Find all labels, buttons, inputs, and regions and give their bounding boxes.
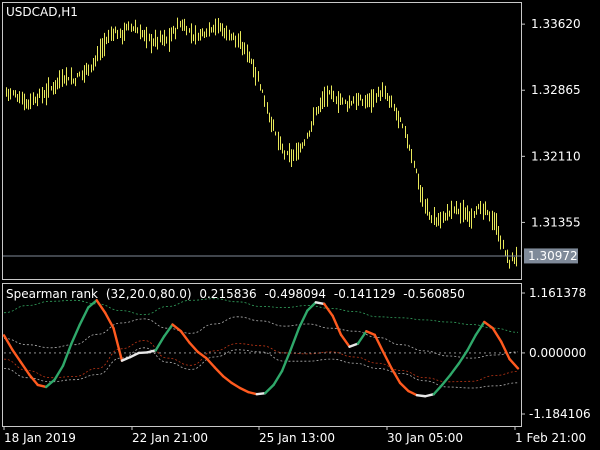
spearman-segment bbox=[264, 383, 275, 395]
spearman-segment bbox=[466, 333, 478, 352]
lower-band bbox=[3, 340, 519, 383]
time-label-2: 22 Jan 21:00 bbox=[132, 431, 208, 445]
spearman-segment bbox=[19, 360, 31, 376]
spearman-segment bbox=[238, 386, 250, 394]
price-tick-label: 1.32110 bbox=[531, 149, 581, 163]
symbol-title: USDCAD,H1 bbox=[6, 5, 78, 19]
spearman-segment bbox=[365, 330, 376, 337]
spearman-segment bbox=[474, 320, 486, 337]
spearman-segment bbox=[154, 335, 166, 352]
time-label-5: 1 Feb 21:00 bbox=[515, 431, 586, 445]
indicator-value-4: -0.560850 bbox=[403, 287, 465, 301]
spearman-segment bbox=[280, 349, 292, 373]
spearman-segment bbox=[440, 373, 452, 387]
spearman-segment bbox=[103, 311, 115, 330]
indicator-bands bbox=[3, 298, 519, 389]
spearman-segment bbox=[424, 392, 435, 398]
spearman-segment bbox=[491, 326, 503, 343]
indicator-tick-label: 1.161378 bbox=[529, 286, 586, 300]
spearman-segment bbox=[289, 326, 301, 352]
current-price-label: 1.30972 bbox=[528, 249, 578, 263]
time-label-4: 30 Jan 05:00 bbox=[387, 431, 463, 445]
indicator-header: Spearman rank (32,20.0,80.0) 0.215836 -0… bbox=[6, 287, 465, 301]
spearman-segment bbox=[213, 366, 225, 378]
indicator-value-3: -0.141129 bbox=[334, 287, 396, 301]
indicator-tick-label: -1.184106 bbox=[529, 407, 591, 421]
spearman-segment bbox=[322, 302, 334, 317]
spearman-segment bbox=[508, 357, 520, 370]
spearman-segment bbox=[407, 389, 419, 397]
spearman-segment bbox=[137, 351, 149, 355]
upper-band bbox=[3, 298, 519, 333]
spearman-segment bbox=[457, 349, 469, 365]
spearman-segment bbox=[432, 383, 444, 396]
time-label-3: 25 Jan 13:00 bbox=[259, 431, 335, 445]
spearman-segment bbox=[188, 341, 200, 354]
spearman-segment bbox=[356, 330, 368, 345]
spearman-segment bbox=[70, 323, 82, 345]
spearman-segment bbox=[348, 342, 360, 348]
time-axis[interactable]: 18 Jan 2019 22 Jan 21:00 25 Jan 13:00 30… bbox=[3, 426, 586, 445]
spearman-segment bbox=[449, 362, 461, 376]
price-tick-label: 1.33620 bbox=[531, 17, 581, 31]
spearman-segment bbox=[272, 369, 284, 387]
spearman-segment bbox=[314, 301, 326, 306]
price-pane-frame bbox=[2, 2, 522, 280]
spearman-segment bbox=[205, 356, 216, 369]
spearman-segment bbox=[339, 333, 351, 348]
spearman-segment bbox=[255, 391, 267, 396]
spearman-segment bbox=[28, 373, 39, 387]
price-bars[interactable] bbox=[6, 17, 517, 269]
spearman-segment bbox=[146, 349, 157, 354]
spearman-segment bbox=[129, 351, 141, 359]
price-tick-label: 1.32865 bbox=[531, 83, 581, 97]
spearman-segment bbox=[306, 301, 317, 312]
spearman-segment bbox=[11, 348, 23, 364]
mid-lower-band bbox=[3, 347, 519, 389]
spearman-segment bbox=[247, 390, 258, 396]
spearman-segment bbox=[162, 323, 174, 338]
trading-chart[interactable]: 1.33620 1.32865 1.32110 1.31355 1.30972 USD… bbox=[0, 0, 600, 450]
price-axis[interactable]: 1.33620 1.32865 1.32110 1.31355 1.30972 bbox=[521, 17, 581, 264]
spearman-segment bbox=[2, 334, 14, 352]
indicator-axis[interactable]: 1.161378 0.000000 -1.184106 bbox=[521, 286, 591, 421]
spearman-segment bbox=[297, 309, 309, 330]
spearman-segment bbox=[95, 299, 107, 314]
indicator-name: Spearman rank bbox=[6, 287, 98, 301]
indicator-pane-frame bbox=[2, 283, 522, 427]
indicator-value-1: 0.215836 bbox=[199, 287, 256, 301]
spearman-segment bbox=[171, 323, 183, 333]
price-tick-label: 1.31355 bbox=[531, 215, 581, 229]
spearman-segment bbox=[44, 378, 56, 389]
spearman-segment bbox=[53, 364, 65, 381]
spearman-segment bbox=[221, 374, 233, 385]
spearman-segment bbox=[331, 314, 343, 337]
spearman-segment bbox=[415, 394, 427, 398]
indicator-tick-label: 0.000000 bbox=[529, 346, 586, 360]
spearman-segment bbox=[398, 381, 410, 393]
spearman-segment bbox=[36, 383, 48, 389]
spearman-segment bbox=[78, 306, 90, 326]
spearman-segment bbox=[499, 340, 511, 361]
spearman-segment bbox=[230, 381, 242, 390]
spearman-segment bbox=[61, 342, 73, 368]
indicator-params: (32,20.0,80.0) bbox=[106, 287, 192, 301]
time-label-1: 18 Jan 2019 bbox=[4, 431, 76, 445]
spearman-rank-line[interactable] bbox=[2, 299, 520, 398]
spearman-segment bbox=[112, 326, 124, 362]
indicator-value-2: -0.498094 bbox=[264, 287, 326, 301]
